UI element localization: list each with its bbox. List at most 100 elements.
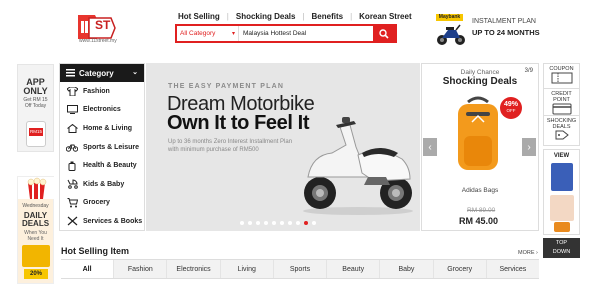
app-ad-line2: ONLY: [23, 86, 48, 96]
top-nav: Hot Selling | Shocking Deals | Benefits …: [178, 12, 412, 21]
tv-icon: [66, 105, 78, 115]
daily-deals-ad[interactable]: Wednesday DAILY DEALS When You Need It 2…: [17, 176, 55, 284]
discount-badge: 49% OFF: [500, 97, 522, 119]
slide-dot[interactable]: [312, 221, 316, 225]
scroll-top-label[interactable]: TOP: [543, 239, 580, 248]
category-item-kids-baby[interactable]: Kids & Baby: [60, 175, 144, 194]
category-menu: Category ⌄ Fashion Electronics Home & Li…: [59, 63, 145, 231]
search-button[interactable]: [373, 26, 395, 41]
daily-ad-pct: 20%: [24, 269, 48, 279]
scooter-image: [298, 115, 418, 220]
installment-line2: UP TO 24 MONTHS: [472, 28, 540, 37]
tab-baby[interactable]: Baby: [380, 260, 434, 278]
app-ad-coupon: RM15: [29, 128, 43, 136]
viewed-product-thumb[interactable]: [550, 195, 574, 221]
snack-pack-icon: [22, 245, 50, 267]
bottle-icon: [66, 161, 78, 171]
shirt-icon: [66, 86, 78, 96]
hero-banner[interactable]: THE EASY PAYMENT PLAN Dream Motorbike Ow…: [146, 63, 420, 231]
slide-dot[interactable]: [248, 221, 252, 225]
slide-dot-active[interactable]: [304, 221, 308, 225]
stroller-icon: [66, 179, 78, 190]
category-label: Electronics: [83, 106, 121, 114]
slide-dot[interactable]: [256, 221, 260, 225]
app-only-ad[interactable]: APP ONLY Get RM 15 Off Today RM15: [17, 64, 54, 152]
category-label: Services & Books: [83, 217, 143, 225]
category-item-services-books[interactable]: Services & Books: [60, 212, 144, 231]
slide-dot[interactable]: [288, 221, 292, 225]
deals-prev-button[interactable]: ‹: [423, 138, 437, 156]
nav-shocking-deals[interactable]: Shocking Deals: [236, 12, 296, 21]
tab-all[interactable]: All: [61, 260, 115, 278]
slide-dot[interactable]: [296, 221, 300, 225]
slide-dots: [240, 221, 316, 225]
bicycle-icon: [66, 142, 78, 152]
search-bar: All Category ▾: [175, 24, 397, 43]
credit-card-icon: [552, 103, 571, 115]
search-input[interactable]: [239, 26, 373, 41]
backpack-image[interactable]: [450, 96, 506, 181]
hot-selling-tabs: All Fashion Electronics Living Sports Be…: [61, 259, 539, 279]
house-icon: [66, 123, 78, 133]
tab-living[interactable]: Living: [221, 260, 274, 278]
tab-grocery[interactable]: Grocery: [434, 260, 487, 278]
search-category-select[interactable]: All Category ▾: [177, 26, 239, 41]
banner-title-line2: Own It to Feel It: [167, 112, 310, 134]
shocking-label: SHOCKING DEALS: [546, 118, 577, 130]
hot-selling-title: Hot Selling Item: [61, 246, 130, 256]
scroll-down-label[interactable]: DOWN: [543, 248, 580, 257]
slide-dot[interactable]: [264, 221, 268, 225]
menu-icon: [66, 69, 75, 77]
chevron-down-icon: ⌄: [132, 69, 138, 76]
logo-text: ST: [95, 18, 111, 32]
chevron-right-icon: ›: [527, 141, 531, 153]
logo-url: www.11street.my: [79, 38, 117, 44]
coupon-button[interactable]: COUPON: [543, 63, 580, 89]
category-item-sports[interactable]: Sports & Leisure: [60, 138, 144, 157]
deal-product-name[interactable]: Adidas Bags: [422, 187, 538, 194]
slide-dot[interactable]: [272, 221, 276, 225]
category-label: Grocery: [83, 199, 110, 207]
tab-sports[interactable]: Sports: [274, 260, 328, 278]
tab-beauty[interactable]: Beauty: [327, 260, 381, 278]
more-link[interactable]: MORE ›: [518, 250, 538, 256]
badge-off: OFF: [506, 108, 516, 113]
slide-dot[interactable]: [240, 221, 244, 225]
motorbike-icon: [436, 22, 466, 51]
daily-ad-line4: Need It: [27, 236, 44, 242]
nav-benefits[interactable]: Benefits: [312, 12, 344, 21]
phone-icon: RM15: [26, 121, 46, 147]
coupon-icon: [551, 72, 572, 84]
category-header[interactable]: Category ⌄: [60, 64, 144, 82]
chevron-left-icon: ‹: [428, 141, 432, 153]
nav-korean-street[interactable]: Korean Street: [359, 12, 411, 21]
banner-subtitle-line1: Up to 36 months Zero Interest Installmen…: [168, 139, 293, 145]
nav-hot-selling[interactable]: Hot Selling: [178, 12, 220, 21]
daily-ad-line2: DEALS: [21, 219, 50, 228]
category-item-grocery[interactable]: Grocery: [60, 194, 144, 213]
banner-kicker: THE EASY PAYMENT PLAN: [168, 83, 285, 90]
category-item-fashion[interactable]: Fashion: [60, 82, 144, 101]
deals-next-button[interactable]: ›: [522, 138, 536, 156]
scroll-top-down-control[interactable]: TOP DOWN: [543, 238, 580, 258]
shocking-deals-button[interactable]: SHOCKING DEALS: [543, 116, 580, 146]
tab-fashion[interactable]: Fashion: [114, 260, 168, 278]
viewed-product-thumb[interactable]: [551, 163, 573, 191]
category-item-home-living[interactable]: Home & Living: [60, 119, 144, 138]
badge-percent: 49%: [503, 101, 518, 108]
deals-page-indicator: 3/9: [524, 68, 533, 74]
viewed-product-thumb[interactable]: [554, 222, 570, 232]
tab-services[interactable]: Services: [487, 260, 539, 278]
category-label: Kids & Baby: [83, 180, 125, 188]
tab-electronics[interactable]: Electronics: [167, 260, 221, 278]
creditpoint-button[interactable]: CREDIT POINT: [543, 89, 580, 116]
maybank-logo: Maybank: [436, 14, 463, 21]
search-category-value: All Category: [180, 30, 216, 37]
more-label: MORE: [518, 250, 535, 256]
cart-icon: [66, 197, 78, 208]
slide-dot[interactable]: [280, 221, 284, 225]
category-item-electronics[interactable]: Electronics: [60, 101, 144, 120]
category-item-health-beauty[interactable]: Health & Beauty: [60, 156, 144, 175]
view-label: VIEW: [553, 153, 570, 159]
category-label: Health & Beauty: [83, 162, 137, 170]
